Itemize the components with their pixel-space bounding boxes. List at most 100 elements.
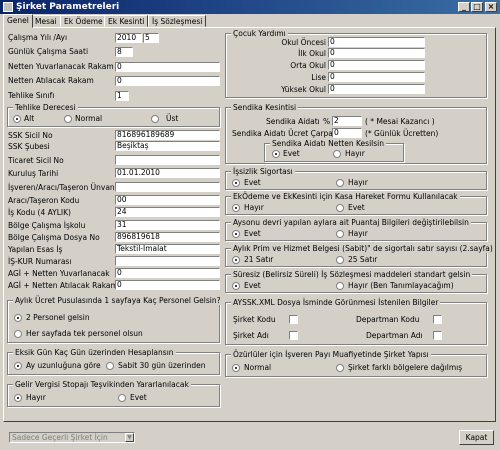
yuksek-okul-input[interactable]: 0 [328, 84, 425, 94]
tehlike-alt-label: Alt [24, 114, 35, 123]
gelir-evet-radio[interactable] [118, 394, 126, 402]
eksik-sabit-30-radio[interactable] [106, 362, 114, 370]
departman-kodu-label: Departman Kodu [356, 315, 420, 324]
issizlik-evet-radio[interactable] [232, 179, 240, 187]
pusula-tek-personel-radio[interactable] [14, 330, 22, 338]
close-button[interactable]: Kapat [459, 430, 494, 445]
gelir-hayir-label: Hayır [26, 393, 46, 402]
araci-kodu-input[interactable]: 00 [115, 195, 220, 205]
gelir-vergisi-group: Gelir Vergisi Stopajı Teşvikinden Yararl… [7, 380, 220, 407]
tehlike-ust-label: Üst [166, 114, 179, 123]
bolge-dosya-no-input[interactable]: 896819618 [115, 232, 220, 242]
isveren-unvani-input[interactable] [115, 182, 220, 192]
field-label: AGİ + Netten Atılacak Rakam [8, 281, 118, 290]
netten-yuvarlanacak-input[interactable]: 0 [115, 62, 220, 72]
tab-genel[interactable]: Genel [3, 14, 33, 28]
eksik-sabit-30-label: Sabit 30 gün üzerinden [118, 361, 206, 370]
sendika-aidati-label: Sendika Aidatı [266, 117, 320, 126]
tab-is-sozlesmesi[interactable]: İş Sözleşmesi [148, 15, 207, 27]
ozurluler-group: Özürlüler için İşveren Payı Muafiyetinde… [225, 350, 487, 377]
cocuk-yardimi-title: Çocuk Yardımı [231, 29, 288, 38]
bolge-iskolu-input[interactable]: 31 [115, 220, 220, 230]
tab-mesai[interactable]: Mesai [31, 15, 61, 27]
minimize-icon[interactable]: _ [458, 2, 470, 12]
sendika-title: Sendika Kesintisi [231, 103, 299, 112]
suresiz-hayir-label: Hayır (Ben Tanımlayacağım) [348, 281, 454, 290]
netten-atilacak-input[interactable]: 0 [115, 76, 220, 86]
issizlik-hayir-label: Hayır [348, 178, 368, 187]
ucret-carpani-input[interactable]: 0 [332, 128, 362, 138]
field-label: SSK Şubesi [8, 142, 50, 151]
tehlike-sinifi-input[interactable]: 1 [115, 91, 129, 101]
aysonu-hayir-radio[interactable] [336, 230, 344, 238]
percent-label: % [323, 117, 331, 126]
mesai-kazanci-note: ( * Mesai Kazancı ) [365, 117, 435, 126]
ozurluler-dagilmis-radio[interactable] [336, 364, 344, 372]
ekodeme-title: EkÖdeme ve EkKesinti için Kasa Hareket F… [231, 192, 460, 201]
ssk-sicil-input[interactable]: 816896189689 [115, 130, 220, 140]
agi-atilacak-input[interactable]: 0 [115, 280, 220, 290]
ekodeme-hayir-radio[interactable] [232, 204, 240, 212]
tehlike-sinifi-label: Tehlike Sınıfı [8, 91, 55, 100]
gelir-evet-label: Evet [130, 393, 147, 402]
departman-kodu-checkbox[interactable] [433, 315, 442, 324]
is-kodu-input[interactable]: 24 [115, 207, 220, 217]
aysonu-evet-label: Evet [244, 229, 261, 238]
prim-25-radio[interactable] [336, 256, 344, 264]
issizlik-group: İşsizlik Sigortası Evet Hayır [225, 167, 487, 190]
ticaret-sicil-input[interactable] [115, 155, 220, 165]
calisma-ayi-input[interactable]: 5 [143, 33, 159, 43]
sendika-aidati-input[interactable]: 2 [332, 116, 362, 126]
tab-ek-odeme[interactable]: Ek Ödeme [60, 15, 107, 27]
ekodeme-evet-radio[interactable] [336, 204, 344, 212]
app-icon [3, 2, 13, 12]
calisma-yili-input[interactable]: 2010 [115, 33, 142, 43]
ssk-sube-input[interactable]: Beşiktaş [115, 141, 220, 151]
field-label: Yapılan Esas İş [8, 245, 63, 254]
field-label: İŞ-KUR Numarası [8, 257, 72, 266]
ozurluler-dagilmis-label: Şirket farklı bölgelere dağılmış [348, 363, 463, 372]
ozurluler-normal-radio[interactable] [232, 364, 240, 372]
tehlike-alt-radio[interactable] [13, 115, 21, 123]
sendika-group: Sendika Kesintisi Sendika Aidatı % 2 ( *… [225, 103, 487, 164]
netten-hayir-radio[interactable] [333, 150, 341, 158]
ozurluler-normal-label: Normal [244, 363, 272, 372]
chevron-down-icon[interactable]: ▼ [125, 433, 134, 442]
eksik-ay-uzunlugu-radio[interactable] [14, 362, 22, 370]
kurulus-tarihi-input[interactable]: 01.01.2010 [115, 168, 220, 178]
iskur-no-input[interactable] [115, 256, 220, 266]
ucret-carpani-label: Sendika Aidatı Ücret Çarpanı [232, 129, 340, 138]
prim-25-label: 25 Satır [348, 255, 378, 264]
ilk-okul-input[interactable]: 0 [328, 48, 425, 58]
departman-adi-checkbox[interactable] [433, 331, 442, 340]
scope-select[interactable]: Sadece Geçerli Şirket İçin ▼ [9, 432, 135, 443]
sirket-adi-checkbox[interactable] [289, 331, 298, 340]
tehlike-normal-radio[interactable] [64, 115, 72, 123]
suresiz-evet-radio[interactable] [232, 282, 240, 290]
okul-oncesi-label: Okul Öncesi [281, 38, 326, 47]
field-label: Aracı/Taşeron Kodu [8, 196, 80, 205]
tehlike-ust-radio[interactable] [151, 115, 159, 123]
issizlik-hayir-radio[interactable] [336, 179, 344, 187]
sirket-kodu-label: Şirket Kodu [233, 315, 276, 324]
tab-ek-kesinti[interactable]: Ek Kesinti [104, 15, 149, 27]
prim-21-radio[interactable] [232, 256, 240, 264]
suresiz-hayir-radio[interactable] [336, 282, 344, 290]
esas-is-input[interactable]: Tekstil-İmalat [115, 244, 220, 254]
title-bar: Şirket Parametreleri _ □ × [0, 0, 500, 14]
maximize-icon[interactable]: □ [471, 2, 483, 12]
lise-input[interactable]: 0 [328, 72, 425, 82]
netten-evet-radio[interactable] [272, 150, 280, 158]
orta-okul-input[interactable]: 0 [328, 60, 425, 70]
ilk-okul-label: İlk Okul [298, 49, 326, 58]
close-icon[interactable]: × [485, 2, 497, 12]
pusula-2-personel-radio[interactable] [14, 314, 22, 322]
sirket-kodu-checkbox[interactable] [289, 315, 298, 324]
gunluk-saat-input[interactable]: 8 [115, 47, 133, 57]
okul-oncesi-input[interactable]: 0 [328, 37, 425, 47]
gelir-hayir-radio[interactable] [14, 394, 22, 402]
aysonu-hayir-label: Hayır [348, 229, 368, 238]
ekodeme-evet-label: Evet [348, 203, 365, 212]
agi-yuvarlanacak-input[interactable]: 0 [115, 268, 220, 278]
aysonu-evet-radio[interactable] [232, 230, 240, 238]
